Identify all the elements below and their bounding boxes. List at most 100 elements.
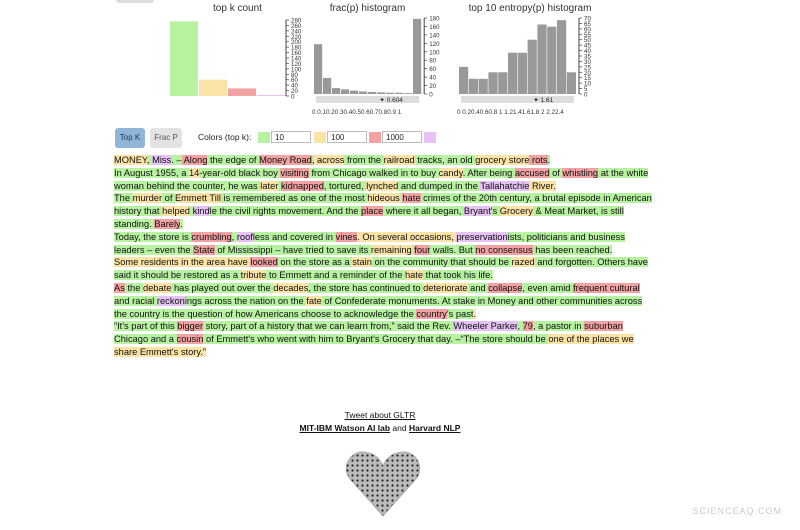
token[interactable]: rots bbox=[529, 155, 548, 165]
token[interactable]: fate bbox=[306, 295, 322, 306]
token[interactable]: debate bbox=[142, 282, 172, 293]
token[interactable]: where it all began, bbox=[383, 206, 464, 217]
token[interactable]: has played out over the bbox=[171, 282, 274, 293]
token[interactable]: 14 bbox=[188, 167, 200, 178]
token[interactable]: MONEY bbox=[114, 155, 147, 165]
token[interactable]: 's past bbox=[446, 308, 474, 319]
token[interactable]: Tallahatchie bbox=[480, 180, 530, 191]
color-swatch-red[interactable] bbox=[369, 132, 381, 143]
tweet-link[interactable]: Tweet about GLTR bbox=[345, 410, 416, 420]
token[interactable]: of bbox=[162, 193, 175, 204]
topk-button[interactable]: Top K bbox=[115, 128, 145, 148]
fracp-button[interactable]: Frac P bbox=[150, 128, 182, 148]
token[interactable]: has been reached. bbox=[532, 244, 613, 255]
token[interactable]: In August 1955, a bbox=[114, 167, 189, 178]
token[interactable]: . After being bbox=[462, 167, 515, 178]
token[interactable]: remaining bbox=[370, 244, 412, 255]
token[interactable]: is remembered as one of the most bbox=[220, 193, 368, 204]
token[interactable]: from Chicago walked in to buy bbox=[308, 167, 439, 178]
token[interactable]: State bbox=[193, 244, 215, 255]
token[interactable]: frequent cultural bbox=[573, 282, 640, 293]
token[interactable]: . bbox=[547, 155, 551, 165]
token[interactable]: , a pastor in bbox=[532, 321, 585, 332]
token[interactable]: helped bbox=[162, 206, 190, 217]
token[interactable]: the edge of bbox=[207, 155, 260, 165]
token[interactable]: 's bbox=[490, 206, 500, 217]
token[interactable]: decades bbox=[273, 282, 309, 293]
color-swatch-purple[interactable] bbox=[424, 132, 436, 143]
topk-input-3[interactable]: 1000 bbox=[382, 131, 422, 143]
token[interactable]: and racial bbox=[114, 295, 157, 306]
topk-input-2[interactable]: 100 bbox=[327, 131, 367, 143]
token[interactable]: later bbox=[260, 180, 279, 191]
token[interactable]: bigger bbox=[177, 321, 204, 332]
token[interactable]: suburban bbox=[584, 321, 623, 332]
token[interactable]: Wheeler Parker bbox=[453, 321, 518, 332]
color-swatch-green[interactable] bbox=[258, 132, 270, 143]
token[interactable]: . – bbox=[171, 155, 182, 165]
token[interactable]: le the civil rights movement. And the bbox=[209, 206, 362, 217]
token[interactable]: kind bbox=[192, 206, 210, 217]
token[interactable]: vines bbox=[335, 231, 358, 242]
token[interactable]: tribute bbox=[240, 270, 267, 281]
token[interactable]: Money Road bbox=[259, 155, 312, 165]
token[interactable]: accused bbox=[514, 167, 550, 178]
token[interactable]: -year-old black boy bbox=[199, 167, 281, 178]
token[interactable]: and bbox=[467, 282, 489, 293]
token[interactable]: razed bbox=[511, 257, 535, 268]
color-swatch-yellow[interactable] bbox=[314, 132, 326, 143]
token[interactable]: whistling bbox=[562, 167, 599, 178]
token[interactable]: The bbox=[114, 193, 133, 204]
token[interactable]: . On several occasions, bbox=[357, 231, 457, 242]
harvard-link[interactable]: Harvard NLP bbox=[409, 423, 461, 433]
token[interactable]: of bbox=[549, 167, 563, 178]
token[interactable]: story, part of a history that we can lea… bbox=[203, 321, 454, 332]
token[interactable]: Today, the store is bbox=[114, 231, 192, 242]
token[interactable]: , the store has continued to bbox=[308, 282, 424, 293]
token[interactable]: to Emmett and a reminder of the bbox=[266, 270, 405, 281]
token[interactable]: kidnapped bbox=[280, 180, 324, 191]
token[interactable]: place bbox=[361, 206, 384, 217]
token[interactable]: the bbox=[124, 282, 143, 293]
token[interactable]: of Emmett's who went with him to Bryant'… bbox=[203, 334, 549, 345]
token[interactable]: of Mississippi – have tried to save its bbox=[214, 244, 371, 255]
token[interactable]: crumbling bbox=[191, 231, 232, 242]
token[interactable]: from the bbox=[344, 155, 384, 165]
token[interactable]: , bbox=[517, 321, 523, 332]
token[interactable]: tracks, an old bbox=[414, 155, 476, 165]
token[interactable]: across bbox=[314, 155, 345, 165]
token[interactable]: on the community that should be bbox=[371, 257, 512, 268]
token[interactable]: that took his life. bbox=[423, 270, 493, 281]
token[interactable]: , tortured, bbox=[323, 180, 367, 191]
token[interactable]: hate bbox=[404, 270, 424, 281]
token[interactable]: looked bbox=[250, 257, 278, 268]
mit-ibm-link[interactable]: MIT-IBM Watson AI lab bbox=[300, 423, 391, 433]
token[interactable]: hate bbox=[402, 193, 421, 204]
token[interactable]: visiting bbox=[280, 167, 309, 178]
token[interactable]: As bbox=[114, 282, 125, 293]
topk-input-1[interactable]: 10 bbox=[271, 131, 311, 143]
token[interactable]: Along bbox=[181, 155, 208, 165]
token[interactable]: preservation bbox=[456, 231, 508, 242]
token[interactable]: cousin bbox=[176, 334, 204, 345]
token[interactable]: no consensus bbox=[475, 244, 533, 255]
token[interactable]: walls. But bbox=[430, 244, 476, 255]
token[interactable]: less and covered in bbox=[252, 231, 336, 242]
token[interactable]: deteriorate bbox=[423, 282, 468, 293]
token[interactable]: murder bbox=[132, 193, 163, 204]
cropped-button[interactable] bbox=[116, 0, 154, 3]
token[interactable]: Some residents in the area have bbox=[114, 257, 251, 268]
token[interactable]: ings across the nation on the bbox=[184, 295, 307, 306]
token[interactable]: stain bbox=[352, 257, 372, 268]
token[interactable]: roof bbox=[236, 231, 253, 242]
token[interactable]: candy bbox=[438, 167, 463, 178]
token[interactable]: 79 bbox=[522, 321, 533, 332]
token[interactable]: Barely bbox=[154, 218, 180, 229]
token[interactable]: hideous bbox=[367, 193, 400, 204]
token[interactable]: . bbox=[180, 218, 183, 229]
token[interactable]: country bbox=[416, 308, 447, 319]
token[interactable]: and dumped in the bbox=[398, 180, 481, 191]
token[interactable]: Emmett Till bbox=[174, 193, 221, 204]
token[interactable]: collapse bbox=[488, 282, 523, 293]
token[interactable]: on the store as a bbox=[277, 257, 353, 268]
